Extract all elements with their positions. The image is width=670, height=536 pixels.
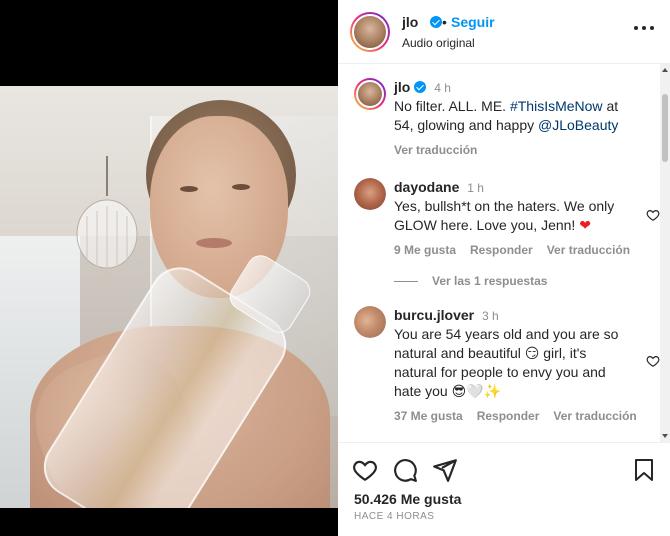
author-avatar[interactable] — [350, 12, 390, 52]
comment-meta: 9 Me gusta Responder Ver traducción — [394, 243, 630, 257]
comment-likes[interactable]: 9 Me gusta — [394, 243, 456, 257]
author-username[interactable]: jlo — [402, 14, 418, 30]
comment-time[interactable]: 3 h — [482, 309, 499, 323]
view-replies-label: Ver las 1 respuestas — [432, 274, 548, 288]
photo-eye-left — [180, 186, 198, 192]
comment-username[interactable]: burcu.jlover — [394, 307, 474, 323]
comment-body: dayodane 1 h Yes, bullsh*t on the haters… — [394, 178, 630, 257]
comment-avatar-image — [354, 178, 386, 210]
comment-meta: 37 Me gusta Responder Ver traducción — [394, 409, 637, 423]
caption-translate-link[interactable]: Ver traducción — [394, 143, 477, 157]
comment-text: Yes, bullsh*t on the haters. We only GLO… — [394, 197, 626, 235]
caption-text-part1: No filter. ALL. ME. — [394, 98, 507, 114]
post-actions — [352, 457, 458, 483]
likes-count[interactable]: 50.426 Me gusta — [354, 491, 461, 507]
photo-chandelier — [76, 156, 138, 278]
sunglasses-heart-sparkles-emoji: 😎🤍✨ — [451, 383, 502, 399]
comment-reply-button[interactable]: Responder — [477, 409, 540, 423]
comment-text: You are 54 years old and you are so natu… — [394, 325, 626, 401]
caption-mention[interactable]: @JLoBeauty — [538, 117, 618, 133]
share-icon[interactable] — [432, 457, 458, 483]
caption-meta: Ver traducción — [394, 143, 626, 157]
comment-translate-link[interactable]: Ver traducción — [547, 243, 630, 257]
comments-scrollbar[interactable] — [660, 64, 670, 442]
more-options-icon[interactable] — [634, 26, 654, 32]
comment-likes[interactable]: 37 Me gusta — [394, 409, 463, 423]
caption-body: jlo 4 h No filter. ALL. ME. #ThisIsMeNow… — [394, 78, 626, 157]
comment-time[interactable]: 1 h — [467, 181, 484, 195]
post-photo[interactable] — [0, 86, 338, 508]
save-button[interactable] — [632, 457, 656, 483]
post-footer: 50.426 Me gusta HACE 4 HORAS — [338, 442, 670, 536]
comment-header: dayodane 1 h — [394, 178, 626, 197]
heart-emoji: ❤ — [579, 217, 591, 233]
caption-avatar[interactable] — [354, 78, 386, 110]
author-avatar-image — [352, 14, 388, 50]
photo-eye-right — [232, 184, 250, 190]
caption-header: jlo 4 h — [394, 78, 626, 97]
comment-reply-button[interactable]: Responder — [470, 243, 533, 257]
comment-icon[interactable] — [392, 457, 418, 483]
scroll-up-arrow-icon[interactable] — [662, 68, 668, 72]
heart-icon[interactable] — [646, 354, 660, 368]
view-replies-button[interactable]: Ver las 1 respuestas — [394, 274, 547, 288]
caption-time[interactable]: 4 h — [434, 81, 451, 95]
comment-avatar[interactable] — [354, 306, 386, 338]
follow-button[interactable]: Seguir — [451, 14, 495, 30]
caption-avatar-image — [356, 80, 384, 108]
caption-username[interactable]: jlo — [394, 79, 410, 95]
caption-text: No filter. ALL. ME. #ThisIsMeNow at 54, … — [394, 97, 626, 135]
smirk-emoji: 😏 — [524, 345, 540, 361]
comment-avatar-image — [354, 306, 386, 338]
post-panel: jlo • Seguir Audio original jlo 4 h No f… — [338, 0, 670, 536]
audio-label[interactable]: Audio original — [402, 36, 475, 50]
scrollbar-thumb[interactable] — [662, 94, 668, 162]
comment-body: burcu.jlover 3 h You are 54 years old an… — [394, 306, 637, 423]
comment-username[interactable]: dayodane — [394, 179, 459, 195]
comments-list[interactable]: jlo 4 h No filter. ALL. ME. #ThisIsMeNow… — [338, 64, 660, 442]
comment-avatar[interactable] — [354, 178, 386, 210]
scroll-down-arrow-icon[interactable] — [662, 434, 668, 438]
verified-icon — [414, 81, 427, 93]
bookmark-icon[interactable] — [632, 457, 656, 483]
comment-translate-link[interactable]: Ver traducción — [553, 409, 636, 423]
comment-header: burcu.jlover 3 h — [394, 306, 626, 325]
post-header: jlo • Seguir Audio original — [338, 0, 670, 64]
verified-icon — [430, 16, 442, 28]
heart-icon[interactable] — [646, 208, 660, 222]
photo-mouth — [196, 238, 232, 248]
post-media[interactable] — [0, 0, 338, 536]
caption-hashtag[interactable]: #ThisIsMeNow — [510, 98, 603, 114]
post-timestamp[interactable]: HACE 4 HORAS — [354, 511, 434, 522]
replies-rule — [394, 280, 418, 282]
heart-icon[interactable] — [352, 457, 378, 483]
header-separator: • — [442, 14, 447, 30]
